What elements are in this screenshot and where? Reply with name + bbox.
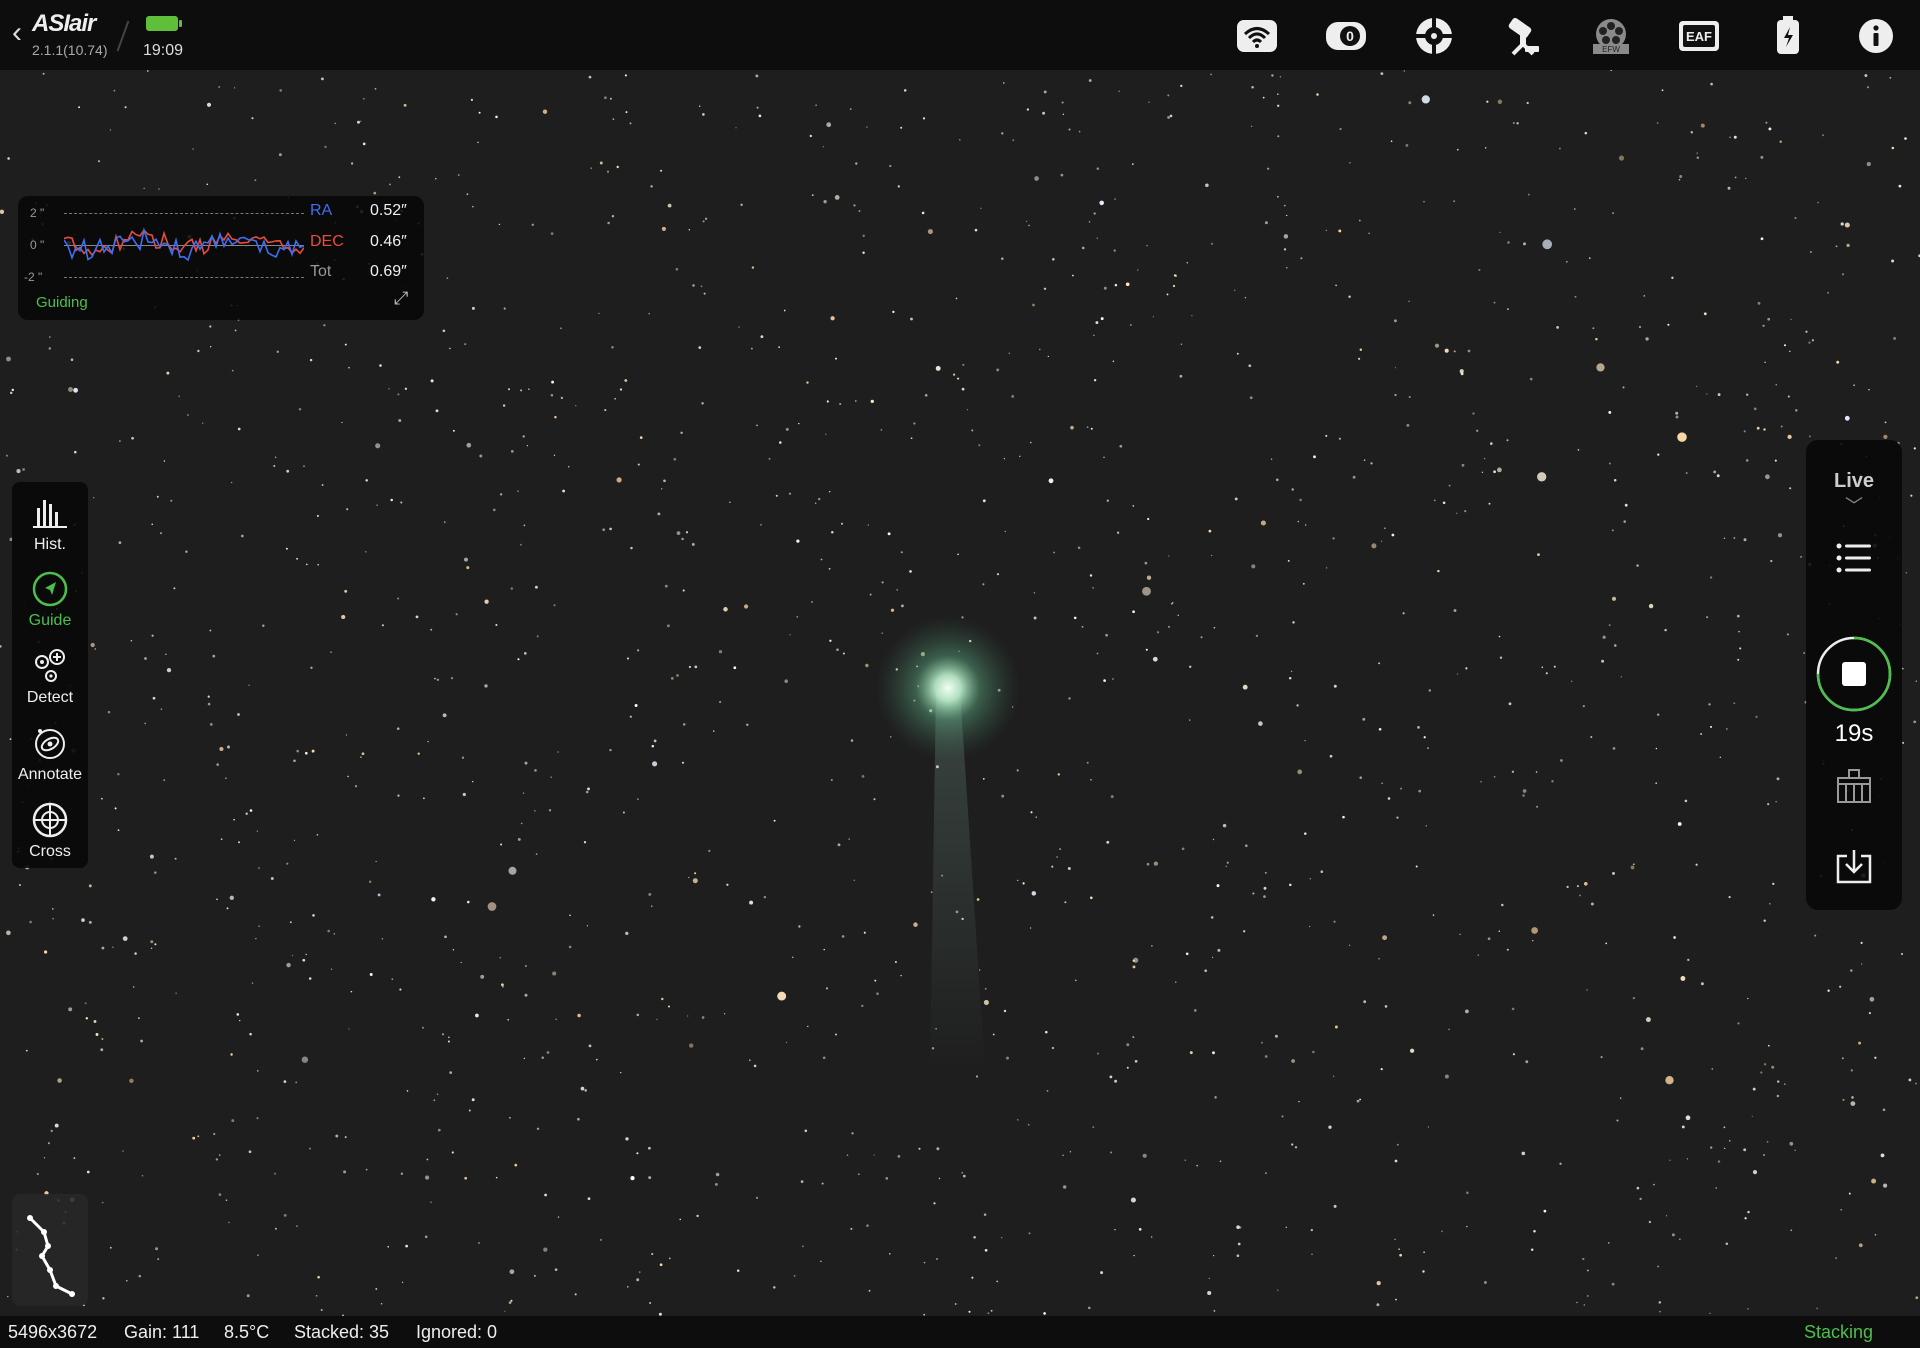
annotate-label: Annotate [17, 766, 83, 783]
top-status-bar: ‹ ASIair 2.1.1(10.74) 19:09 0 EFW EAF [0, 0, 1920, 70]
crosshair-icon [32, 802, 68, 838]
annotate-icon [35, 729, 65, 759]
list-icon[interactable] [1836, 542, 1872, 574]
usb-power-icon[interactable] [1766, 14, 1810, 58]
left-toolbar: Hist. Guide Detect Annotate Cross [12, 482, 88, 868]
stacking-status: Stacking [1804, 1322, 1874, 1342]
dec-value: 0.46″ [370, 233, 407, 250]
mount-icon[interactable] [1501, 14, 1545, 58]
efw-icon[interactable]: EFW [1589, 14, 1633, 58]
detect-icon [35, 649, 65, 682]
svg-text:0: 0 [1346, 28, 1354, 44]
y-label-bottom: -2 " [24, 270, 43, 284]
exposure-countdown: 19s [1834, 720, 1874, 747]
cross-button[interactable]: Cross [12, 793, 88, 867]
app-version: 2.1.1(10.74) [32, 42, 108, 58]
dec-label: DEC [310, 233, 344, 250]
detect-label: Detect [26, 689, 74, 706]
chevron-down-icon[interactable]: ﹀ [1840, 492, 1868, 518]
constellation-icon [27, 1215, 75, 1297]
svg-text:EAF: EAF [1686, 29, 1712, 44]
detect-button[interactable]: Detect [12, 639, 88, 713]
wifi-icon[interactable] [1235, 14, 1279, 58]
expand-icon[interactable]: ⤢ [394, 288, 408, 309]
guide-label: Guide [28, 612, 72, 629]
svg-text:EFW: EFW [1602, 45, 1620, 54]
cross-label: Cross [29, 843, 71, 860]
annotate-button[interactable]: Annotate [12, 716, 88, 790]
capture-panel: Live ﹀ 19s [1806, 440, 1902, 910]
battery-icon [146, 16, 182, 31]
mode-selector[interactable]: Live [1806, 470, 1902, 493]
eaf-icon[interactable]: EAF [1677, 14, 1721, 58]
flat-icon[interactable] [1834, 768, 1874, 806]
ra-value: 0.52″ [370, 202, 407, 219]
app-logo: ASIair [32, 10, 96, 37]
bottom-status-bar: 5496x3672 Gain: 111 8.5°C Stacked: 35 Ig… [0, 1316, 1920, 1348]
tot-label: Tot [310, 263, 332, 280]
tot-value: 0.69″ [370, 263, 407, 280]
back-icon[interactable]: ‹ [12, 18, 22, 48]
y-label-mid: 0 " [30, 238, 45, 252]
guide-graph [64, 227, 304, 262]
guide-button[interactable]: Guide [12, 562, 88, 636]
image-resolution: 5496x3672 [8, 1322, 98, 1342]
y-label-top: 2 " [30, 206, 45, 220]
constellation-map[interactable] [12, 1194, 88, 1306]
ra-label: RA [310, 202, 333, 219]
stop-icon[interactable] [1814, 634, 1894, 714]
sensor-temperature: 8.5°C [224, 1322, 270, 1342]
hist-label: Hist. [34, 536, 66, 553]
info-icon[interactable] [1854, 14, 1898, 58]
guide-graph-panel[interactable]: 2 " 0 " -2 " RA 0.52″ DEC 0.46″ Tot 0.69… [18, 196, 424, 320]
histogram-icon [33, 500, 67, 528]
gain-value: Gain: 111 [124, 1322, 200, 1342]
ignored-count: Ignored: 0 [416, 1322, 498, 1342]
camera-icon[interactable]: 0 [1324, 14, 1368, 58]
clock: 19:09 [143, 42, 184, 59]
guide-camera-icon[interactable] [1412, 14, 1456, 58]
download-icon[interactable] [1834, 848, 1874, 886]
divider [116, 20, 130, 52]
guide-icon [32, 571, 68, 607]
guide-status: Guiding [36, 294, 88, 311]
stacked-count: Stacked: 35 [294, 1322, 390, 1342]
hist-button[interactable]: Hist. [12, 486, 88, 560]
